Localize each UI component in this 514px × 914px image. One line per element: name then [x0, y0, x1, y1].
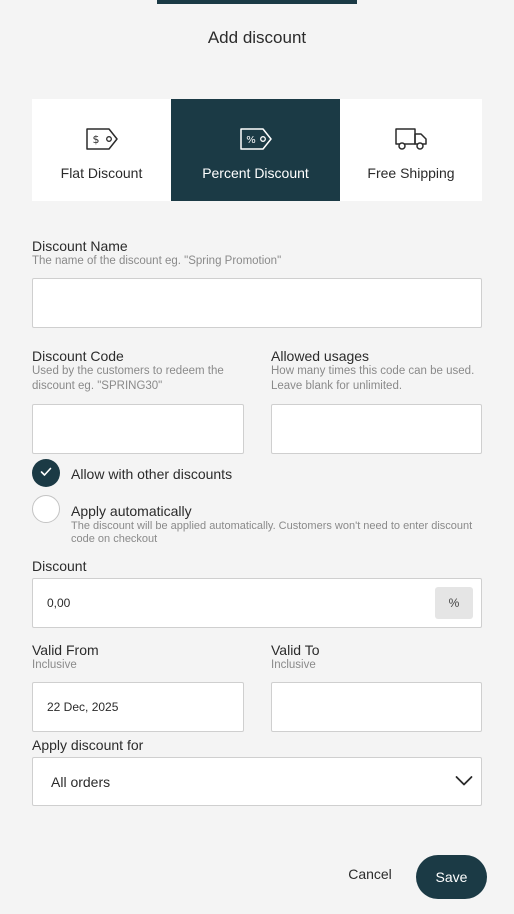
apply-for-selected-value: All orders — [51, 773, 111, 790]
discount-type-flat[interactable]: $ Flat Discount — [32, 99, 171, 201]
discount-value-label: Discount — [32, 558, 87, 574]
allowed-usages-label: Allowed usages — [271, 348, 370, 364]
save-button[interactable]: Save — [416, 855, 487, 899]
discount-type-percent[interactable]: % Percent Discount — [171, 99, 340, 201]
valid-to-input[interactable] — [271, 682, 482, 732]
cancel-button[interactable]: Cancel — [340, 866, 400, 888]
discount-type-shipping[interactable]: Free Shipping — [340, 99, 482, 201]
discount-code-input[interactable] — [32, 404, 244, 454]
apply-automatically-label: Apply automatically — [71, 503, 192, 519]
modal-title: Add discount — [207, 28, 307, 47]
discount-type-percent-label: Percent Discount — [202, 165, 309, 181]
chevron-down-icon — [455, 774, 473, 790]
allow-other-discounts-label: Allow with other discounts — [71, 466, 233, 482]
allow-other-discounts-checkbox[interactable] — [32, 459, 60, 487]
discount-code-label: Discount Code — [32, 348, 124, 364]
allowed-usages-input[interactable] — [271, 404, 482, 454]
valid-to-label: Valid To — [271, 642, 320, 658]
valid-from-input[interactable]: 22 Dec, 2025 — [32, 682, 244, 732]
price-tag-dollar-icon: $ — [85, 125, 119, 153]
checkmark-icon — [40, 464, 52, 482]
discount-name-input[interactable] — [32, 278, 482, 328]
apply-for-label: Apply discount for — [32, 737, 144, 753]
allowed-usages-help: How many times this code can be used. Le… — [271, 365, 475, 392]
discount-type-selector: $ Flat Discount % Percent Discount Free … — [32, 99, 482, 201]
valid-from-help: Inclusive — [32, 659, 77, 671]
apply-automatically-help: The discount will be applied automatical… — [71, 520, 473, 545]
apply-for-select[interactable]: All orders — [32, 757, 482, 806]
svg-text:%: % — [246, 135, 256, 146]
discount-value-input[interactable]: 0,00 % — [32, 578, 482, 628]
discount-type-flat-label: Flat Discount — [60, 165, 143, 181]
discount-value-text: 0,00 — [47, 596, 71, 610]
svg-text:$: $ — [92, 133, 99, 146]
top-accent-bar — [157, 0, 357, 4]
discount-type-shipping-label: Free Shipping — [367, 165, 455, 181]
truck-icon — [394, 125, 428, 153]
discount-code-help: Used by the customers to redeem the disc… — [32, 365, 224, 392]
percent-unit-badge: % — [435, 587, 473, 619]
valid-from-label: Valid From — [32, 642, 99, 658]
apply-automatically-checkbox[interactable] — [32, 495, 60, 523]
discount-name-label: Discount Name — [32, 238, 128, 254]
discount-name-help: The name of the discount eg. "Spring Pro… — [32, 255, 282, 267]
price-tag-percent-icon: % — [239, 125, 273, 153]
valid-to-help: Inclusive — [271, 659, 316, 671]
